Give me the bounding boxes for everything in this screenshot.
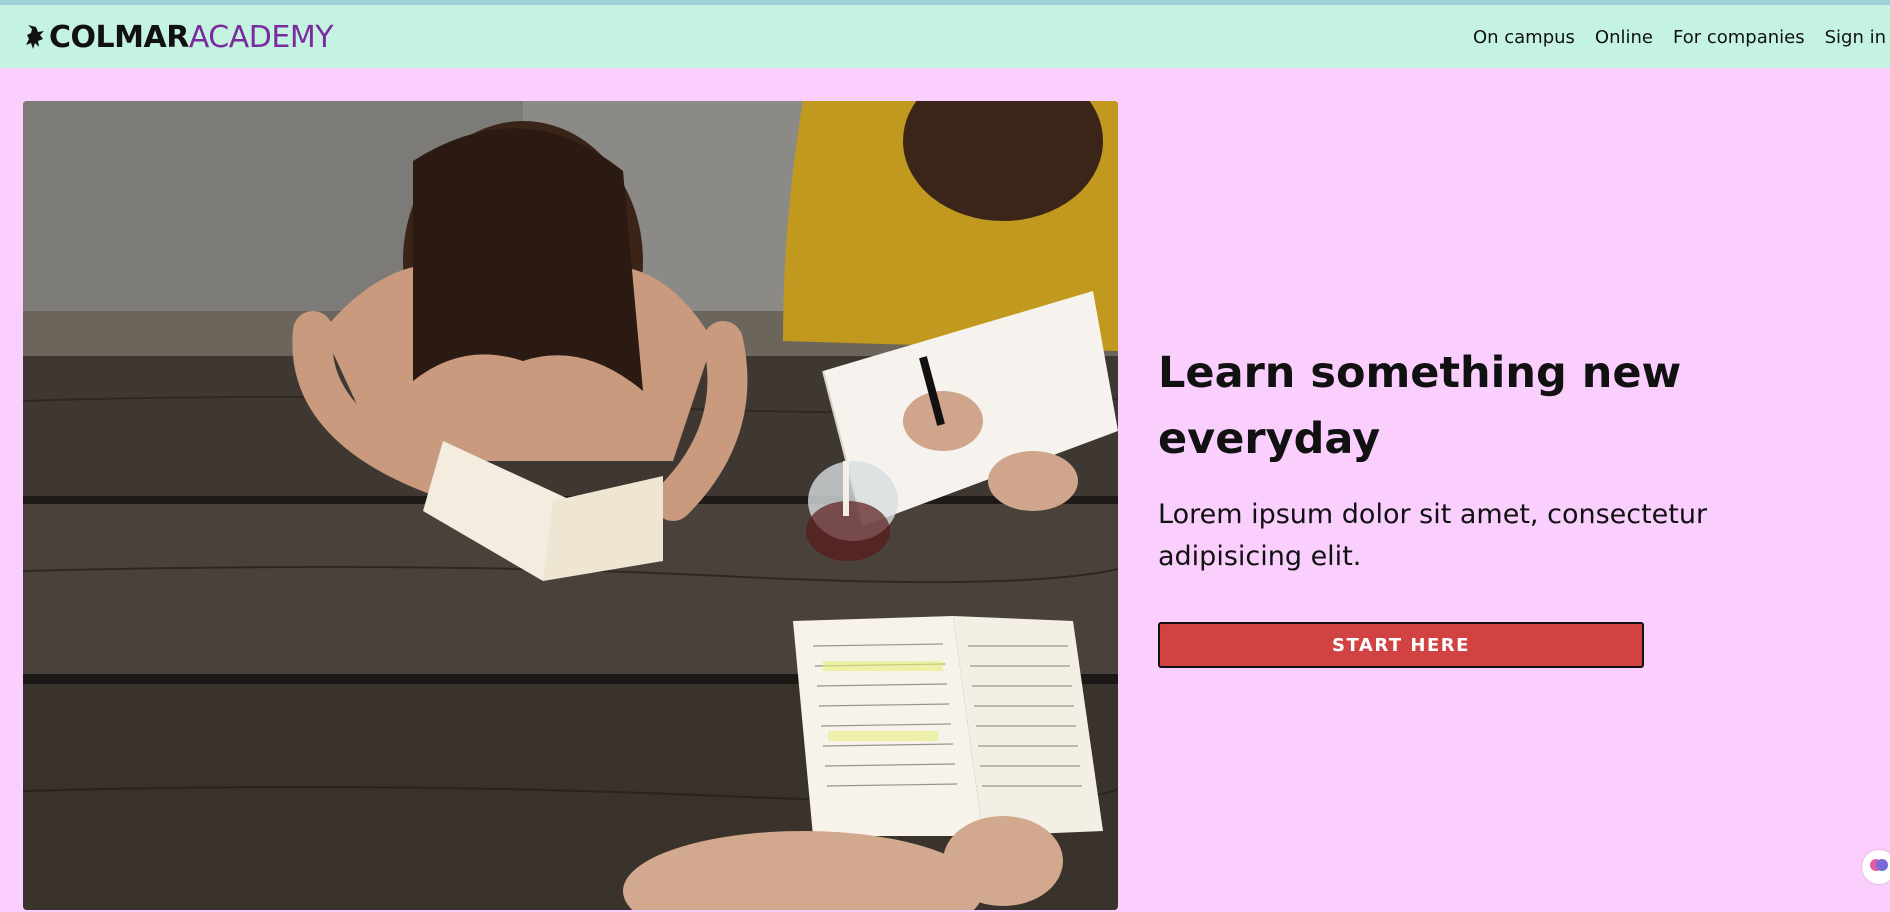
nav-online[interactable]: Online bbox=[1595, 27, 1653, 48]
nav-sign-in[interactable]: Sign in bbox=[1825, 27, 1886, 48]
hero-image bbox=[23, 101, 1118, 910]
brand-name-primary: COLMAR bbox=[49, 19, 189, 55]
brand-logo[interactable]: COLMAR ACADEMY bbox=[24, 19, 334, 55]
hero-headline: Learn something new everyday bbox=[1158, 348, 1682, 464]
hero-subtext: Lorem ipsum dolor sit amet, consectetur … bbox=[1158, 499, 1708, 572]
brand-name-secondary: ACADEMY bbox=[188, 19, 334, 55]
main-nav: On campus Online For companies Sign in bbox=[1453, 27, 1890, 48]
site-header: COLMAR ACADEMY On campus Online For comp… bbox=[0, 5, 1890, 68]
nav-on-campus[interactable]: On campus bbox=[1473, 27, 1575, 48]
nav-for-companies[interactable]: For companies bbox=[1673, 27, 1805, 48]
start-here-button[interactable]: START HERE bbox=[1158, 622, 1644, 668]
brain-icon bbox=[1869, 857, 1889, 877]
hero-content: Learn something new everyday Lorem ipsum… bbox=[1158, 340, 1778, 578]
floating-widget[interactable] bbox=[1862, 850, 1890, 884]
griffin-icon bbox=[24, 23, 46, 51]
